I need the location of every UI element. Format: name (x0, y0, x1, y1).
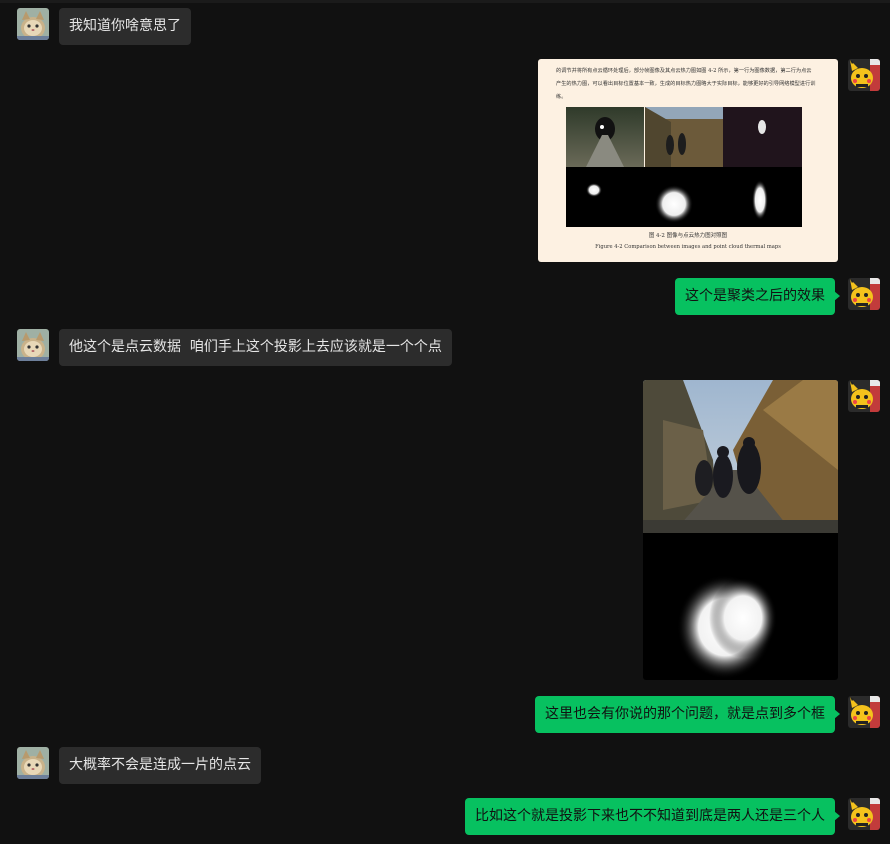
self-avatar[interactable] (848, 380, 880, 412)
cat-avatar-icon (17, 329, 49, 361)
cat-avatar-icon (17, 747, 49, 779)
image-message-paper[interactable]: 的调节并将所有点云循环处理后，部分帧图像及其点云热力图如图 4-2 所示，第一行… (538, 59, 838, 262)
figure-caption-en: Figure 4-2 Comparison between images and… (595, 244, 781, 250)
self-avatar[interactable] (848, 696, 880, 728)
photo-heatmap-image (643, 380, 838, 680)
paper-figure (566, 107, 802, 227)
self-avatar[interactable] (848, 278, 880, 310)
message-bubble-sent[interactable]: 这个是聚类之后的效果 (675, 278, 840, 315)
pikachu-avatar-icon (848, 59, 880, 91)
message-row: 大概率不会是连成一片的点云 (0, 747, 890, 787)
message-bubble-received[interactable]: 他这个是点云数据 咱们手上这个投影上去应该就是一个个点 (59, 329, 452, 366)
pikachu-avatar-icon (848, 798, 880, 830)
message-bubble-received[interactable]: 大概率不会是连成一片的点云 (59, 747, 261, 784)
contact-avatar[interactable] (17, 8, 49, 40)
cat-avatar-icon (17, 8, 49, 40)
contact-avatar[interactable] (17, 747, 49, 779)
self-avatar[interactable] (848, 59, 880, 91)
paper-text: 的调节并将所有点云循环处理后，部分帧图像及其点云热力图如图 4-2 所示，第一行… (556, 68, 816, 100)
pikachu-avatar-icon (848, 278, 880, 310)
message-row: 这个是聚类之后的效果 (0, 278, 890, 318)
figure-caption-cn: 图 4-2 图像与点云热力图对照图 (648, 233, 728, 239)
message-bubble-sent[interactable]: 这里也会有你说的那个问题，就是点到多个框 (535, 696, 840, 733)
message-row: 我知道你啥意思了 (0, 8, 890, 48)
top-divider (0, 0, 890, 3)
message-row: 这里也会有你说的那个问题，就是点到多个框 (0, 696, 890, 736)
message-row: 的调节并将所有点云循环处理后，部分帧图像及其点云热力图如图 4-2 所示，第一行… (0, 59, 890, 263)
self-avatar[interactable] (848, 798, 880, 830)
pikachu-avatar-icon (848, 380, 880, 412)
message-row: 比如这个就是投影下来也不不知道到底是两人还是三个人 (0, 798, 890, 838)
pikachu-avatar-icon (848, 696, 880, 728)
message-row (0, 380, 890, 680)
image-message-photo[interactable] (643, 380, 838, 680)
contact-avatar[interactable] (17, 329, 49, 361)
message-bubble-received[interactable]: 我知道你啥意思了 (59, 8, 191, 45)
message-row: 他这个是点云数据 咱们手上这个投影上去应该就是一个个点 (0, 329, 890, 369)
message-bubble-sent[interactable]: 比如这个就是投影下来也不不知道到底是两人还是三个人 (465, 798, 840, 835)
